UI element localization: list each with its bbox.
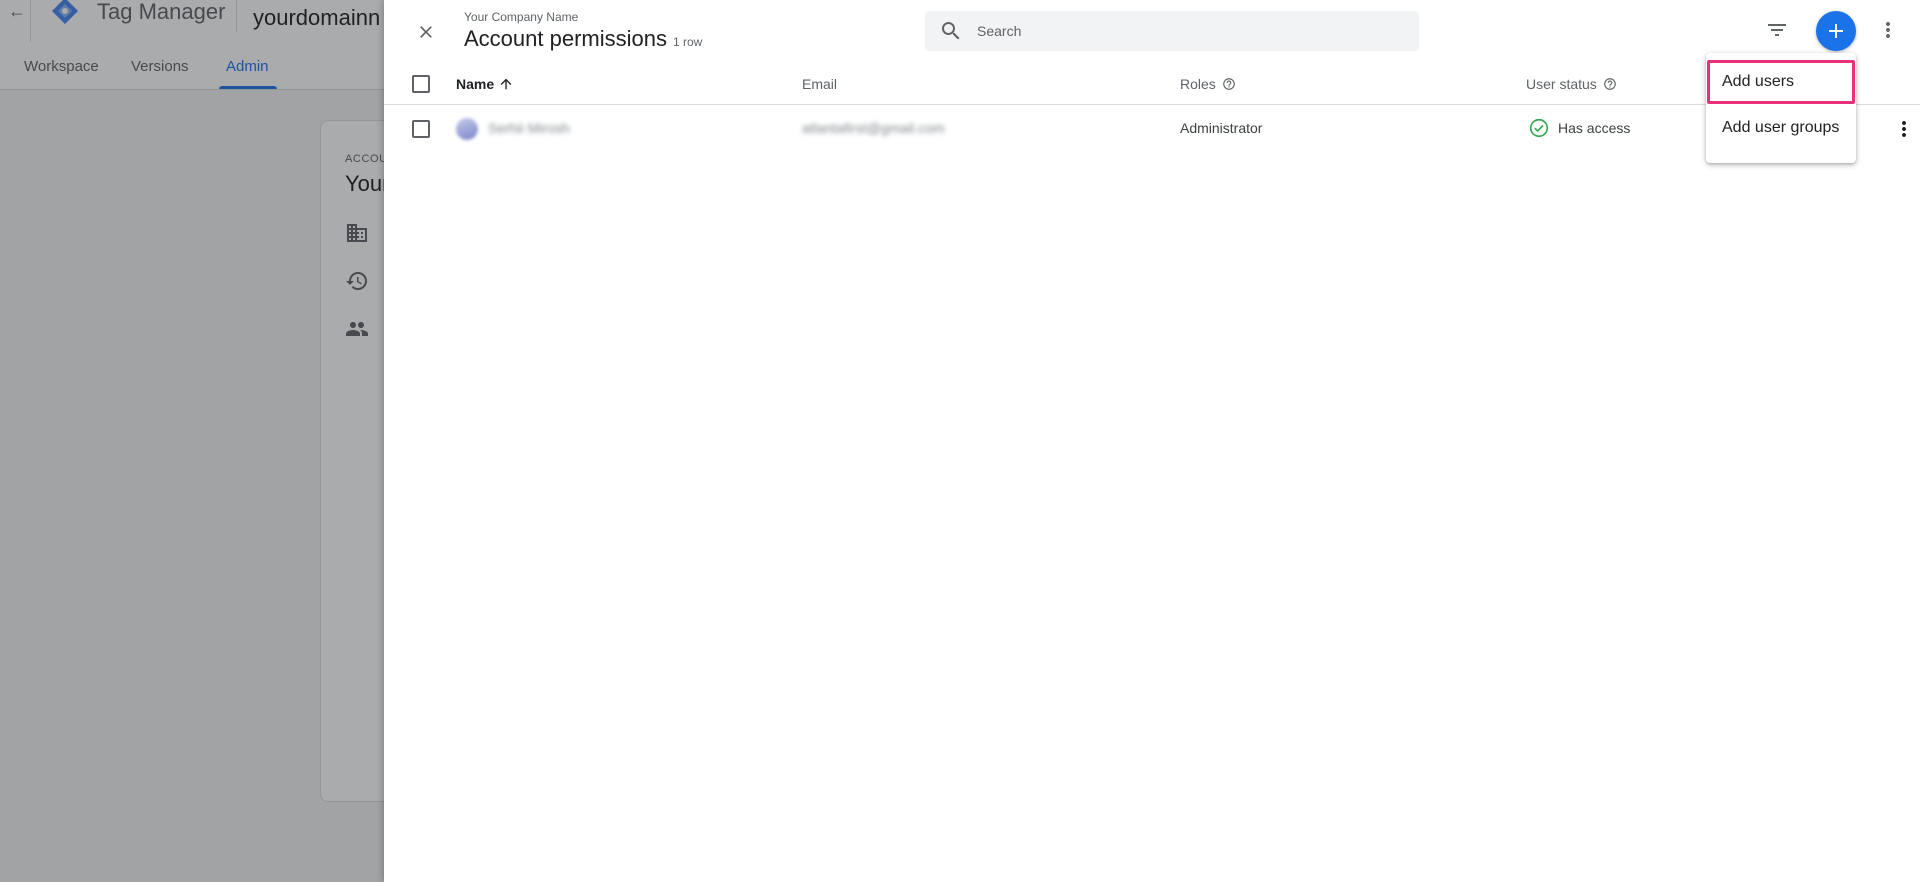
column-header-user-status: User status xyxy=(1526,76,1617,92)
help-icon[interactable] xyxy=(1222,77,1236,91)
column-user-status-label: User status xyxy=(1526,76,1597,92)
more-vert-icon[interactable] xyxy=(1876,18,1900,42)
menu-item-add-user-groups[interactable]: Add user groups xyxy=(1706,104,1856,152)
row-more-vert-icon[interactable] xyxy=(1892,117,1916,141)
row-count: 1 row xyxy=(672,35,703,49)
column-header-name[interactable]: Name xyxy=(456,76,514,92)
table-row[interactable]: Serhii Mirosh atlantafirst@gmail.com Adm… xyxy=(384,106,1920,152)
row-checkbox[interactable] xyxy=(412,120,430,138)
column-header-email: Email xyxy=(802,76,837,92)
select-all-checkbox[interactable] xyxy=(412,75,430,93)
column-header-roles: Roles xyxy=(1180,76,1236,92)
user-name: Serhii Mirosh xyxy=(488,120,570,136)
account-name: Your Company Name xyxy=(464,10,579,24)
add-menu: Add users Add user groups xyxy=(1706,53,1856,163)
column-roles-label: Roles xyxy=(1180,76,1216,92)
search-input[interactable] xyxy=(977,23,1377,39)
user-role: Administrator xyxy=(1180,120,1263,136)
column-email-label: Email xyxy=(802,76,838,92)
filter-icon[interactable] xyxy=(1765,18,1789,42)
page-title: Account permissions 1 row xyxy=(464,26,702,52)
close-button[interactable] xyxy=(408,14,444,50)
close-icon xyxy=(420,26,432,38)
sort-ascending-icon xyxy=(500,78,512,90)
account-permissions-panel: Your Company Name Account permissions 1 r… xyxy=(384,0,1920,882)
page-title-text: Account permissions xyxy=(464,26,667,51)
user-status: Has access xyxy=(1558,120,1631,136)
help-icon[interactable] xyxy=(1603,77,1617,91)
check-circle-icon xyxy=(1529,118,1549,138)
user-email: atlantafirst@gmail.com xyxy=(802,120,945,136)
menu-item-add-users[interactable]: Add users xyxy=(1707,60,1855,104)
search-icon xyxy=(942,22,960,40)
table-header: Name Email Roles User status xyxy=(384,64,1920,105)
search-bar[interactable] xyxy=(925,11,1419,51)
column-name-label: Name xyxy=(456,76,495,92)
avatar xyxy=(456,118,478,140)
plus-icon xyxy=(1829,24,1843,38)
add-button[interactable] xyxy=(1816,11,1856,51)
